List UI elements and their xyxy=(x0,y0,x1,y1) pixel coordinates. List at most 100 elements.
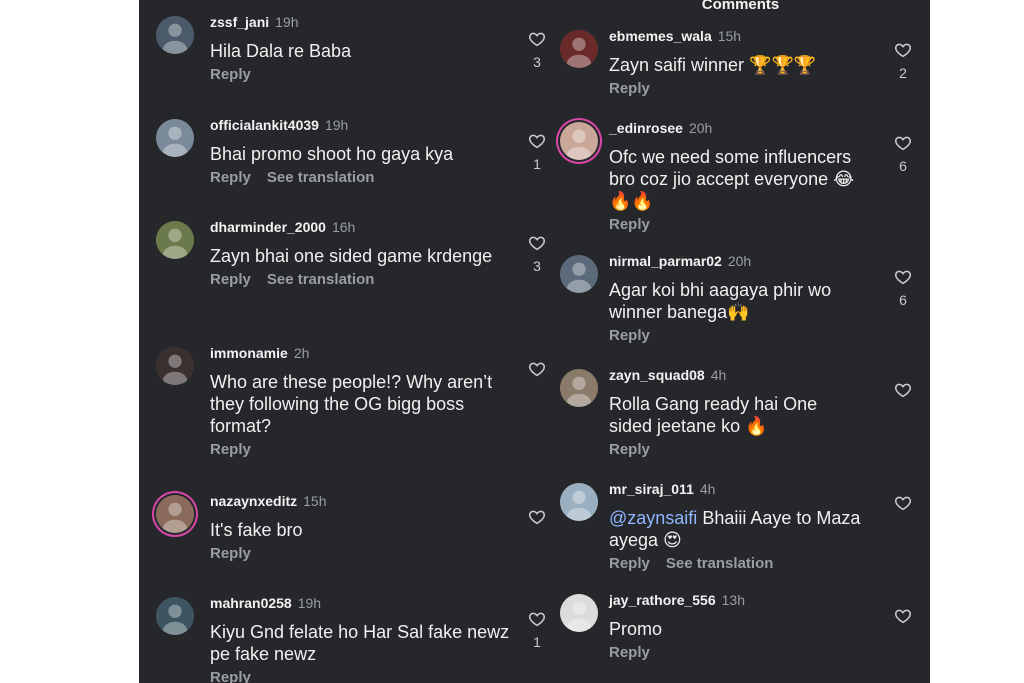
like-count: 6 xyxy=(899,292,907,308)
see-translation-button[interactable]: See translation xyxy=(267,169,375,186)
username[interactable]: jay_rathore_556 xyxy=(609,592,716,608)
username[interactable]: immonamie xyxy=(210,345,288,361)
comment-text: Who are these people!? Why aren’t they f… xyxy=(210,371,510,437)
comment-body: Who are these people!? Why aren’t they f… xyxy=(210,372,493,436)
avatar[interactable] xyxy=(156,221,194,259)
comment-text: Zayn bhai one sided game krdenge xyxy=(210,245,510,267)
comment-meta: ebmemes_wala 15h xyxy=(609,28,741,44)
avatar[interactable] xyxy=(560,594,598,632)
avatar[interactable] xyxy=(156,597,194,635)
like-button[interactable]: 6 xyxy=(893,134,913,174)
avatar[interactable] xyxy=(560,30,598,68)
comment-meta: immonamie 2h xyxy=(210,345,309,361)
like-count: 6 xyxy=(899,158,907,174)
username[interactable]: nirmal_parmar02 xyxy=(609,253,722,269)
comment-meta: nirmal_parmar02 20h xyxy=(609,253,751,269)
heart-icon[interactable] xyxy=(527,360,547,378)
timestamp: 4h xyxy=(699,481,716,497)
timestamp: 19h xyxy=(297,595,322,611)
avatar[interactable] xyxy=(560,122,598,160)
comment-text: Kiyu Gnd felate ho Har Sal fake newz pe … xyxy=(210,621,510,665)
reply-button[interactable]: Reply xyxy=(210,545,251,562)
like-button[interactable] xyxy=(527,508,547,532)
comment-body: Bhai promo shoot ho gaya kya xyxy=(210,144,454,164)
comment-actions: Reply See translation xyxy=(210,271,374,288)
avatar[interactable] xyxy=(156,495,194,533)
reply-button[interactable]: Reply xyxy=(609,441,650,458)
username[interactable]: ebmemes_wala xyxy=(609,28,712,44)
reply-button[interactable]: Reply xyxy=(210,271,251,288)
comment-actions: Reply See translation xyxy=(609,555,773,572)
username[interactable]: zssf_jani xyxy=(210,14,269,30)
comment-text: Zayn saifi winner 🏆🏆🏆 xyxy=(609,54,864,76)
like-count: 3 xyxy=(533,258,541,274)
username[interactable]: mr_siraj_011 xyxy=(609,481,694,497)
like-button[interactable]: 1 xyxy=(527,132,547,172)
heart-icon[interactable] xyxy=(527,132,547,150)
heart-icon[interactable] xyxy=(527,508,547,526)
reply-button[interactable]: Reply xyxy=(609,555,650,572)
comment-meta: zayn_squad08 4h xyxy=(609,367,726,383)
comment-actions: Reply See translation xyxy=(210,169,374,186)
reply-button[interactable]: Reply xyxy=(609,80,650,97)
username[interactable]: dharminder_2000 xyxy=(210,219,326,235)
see-translation-button[interactable]: See translation xyxy=(666,555,774,572)
like-count: 1 xyxy=(533,156,541,172)
comment-text: Hila Dala re Baba xyxy=(210,40,510,62)
comment-actions: Reply xyxy=(609,327,650,344)
comment-actions: Reply xyxy=(609,441,650,458)
heart-icon[interactable] xyxy=(893,268,913,286)
comment-actions: Reply xyxy=(210,669,251,683)
username[interactable]: officialankit4039 xyxy=(210,117,319,133)
reply-button[interactable]: Reply xyxy=(609,644,650,661)
heart-icon[interactable] xyxy=(893,494,913,512)
heart-icon[interactable] xyxy=(893,41,913,59)
like-button[interactable]: 6 xyxy=(893,268,913,308)
see-translation-button[interactable]: See translation xyxy=(267,271,375,288)
like-button[interactable]: 3 xyxy=(527,234,547,274)
like-button[interactable] xyxy=(893,381,913,405)
mention-link[interactable]: @zaynsaifi xyxy=(609,508,697,528)
timestamp: 16h xyxy=(331,219,356,235)
comment-meta: officialankit4039 19h xyxy=(210,117,348,133)
reply-button[interactable]: Reply xyxy=(609,327,650,344)
like-button[interactable] xyxy=(893,494,913,518)
like-button[interactable] xyxy=(527,360,547,384)
reply-button[interactable]: Reply xyxy=(210,66,251,83)
comment-meta: dharminder_2000 16h xyxy=(210,219,355,235)
avatar[interactable] xyxy=(560,483,598,521)
comment-text: Promo xyxy=(609,618,864,640)
comment-actions: Reply xyxy=(210,66,251,83)
like-button[interactable]: 3 xyxy=(527,30,547,70)
like-button[interactable]: 2 xyxy=(893,41,913,81)
comment-meta: nazaynxeditz 15h xyxy=(210,493,327,509)
username[interactable]: mahran0258 xyxy=(210,595,292,611)
heart-icon[interactable] xyxy=(893,134,913,152)
comment-meta: _edinrosee 20h xyxy=(609,120,712,136)
username[interactable]: _edinrosee xyxy=(609,120,683,136)
heart-icon[interactable] xyxy=(893,607,913,625)
username[interactable]: nazaynxeditz xyxy=(210,493,297,509)
avatar[interactable] xyxy=(156,119,194,157)
timestamp: 19h xyxy=(324,117,349,133)
like-button[interactable] xyxy=(893,607,913,631)
heart-icon[interactable] xyxy=(527,610,547,628)
heart-icon[interactable] xyxy=(527,30,547,48)
username[interactable]: zayn_squad08 xyxy=(609,367,705,383)
reply-button[interactable]: Reply xyxy=(609,216,650,233)
avatar[interactable] xyxy=(156,16,194,54)
comments-panel-left: zssf_jani 19h Hila Dala re Baba Reply 3 offic… xyxy=(139,0,551,683)
comment-body: Rolla Gang ready hai One sided jeetane k… xyxy=(609,394,818,436)
avatar[interactable] xyxy=(560,369,598,407)
avatar[interactable] xyxy=(560,255,598,293)
page-title: Comments xyxy=(701,0,780,13)
reply-button[interactable]: Reply xyxy=(210,169,251,186)
comment-body: Agar koi bhi aagaya phir wo winner baneg… xyxy=(609,280,832,322)
reply-button[interactable]: Reply xyxy=(210,669,251,683)
reply-button[interactable]: Reply xyxy=(210,441,251,458)
heart-icon[interactable] xyxy=(527,234,547,252)
comment-meta: jay_rathore_556 13h xyxy=(609,592,745,608)
heart-icon[interactable] xyxy=(893,381,913,399)
like-button[interactable]: 1 xyxy=(527,610,547,650)
avatar[interactable] xyxy=(156,347,194,385)
